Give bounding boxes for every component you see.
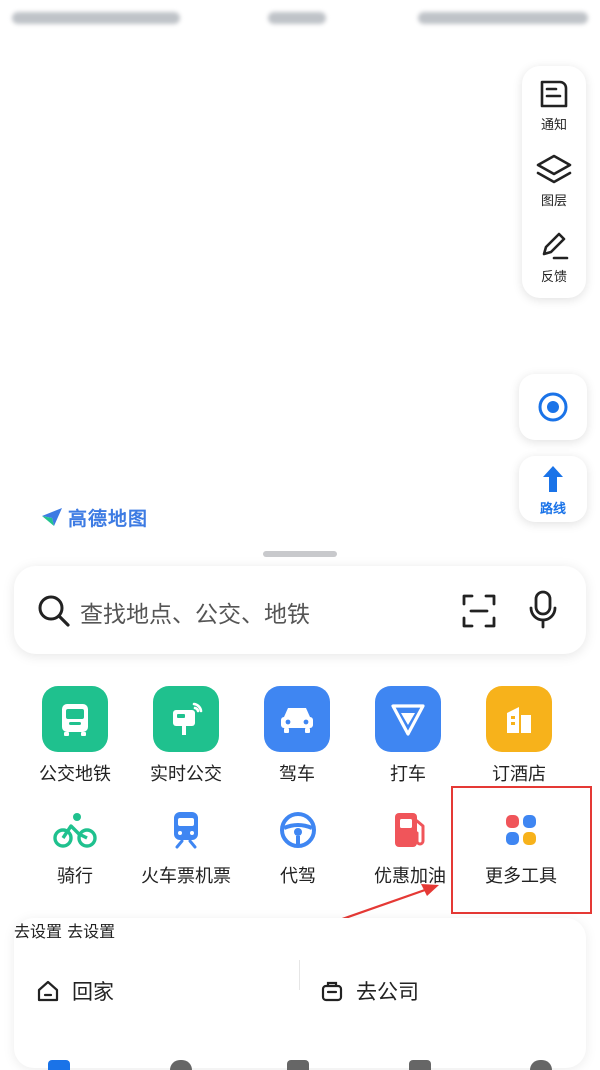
service-drive[interactable]: 驾车 (242, 686, 352, 786)
fuel-icon (395, 813, 425, 847)
notice-label: 通知 (540, 118, 567, 133)
company-label: 去公司 (356, 980, 419, 1004)
scan-icon[interactable] (461, 593, 497, 629)
layers-icon (536, 154, 572, 184)
map-area[interactable] (0, 36, 600, 546)
nav-message-icon[interactable] (287, 1060, 309, 1070)
home-set-link[interactable]: 去设置 (14, 922, 62, 941)
tool-label: 火车票机票 (141, 866, 231, 887)
home-icon (37, 980, 59, 1002)
route-arrow-icon (543, 466, 563, 492)
service-realtime-bus[interactable]: 实时公交 (131, 686, 241, 786)
nav-home-icon[interactable] (48, 1060, 70, 1070)
search-placeholder: 查找地点、公交、地铁 (80, 602, 310, 628)
feedback-icon (542, 232, 569, 260)
taxi-icon (375, 686, 441, 752)
status-right-blur (418, 12, 588, 24)
search-bar[interactable]: 查找地点、公交、地铁 (14, 566, 586, 654)
notice-icon (540, 80, 568, 108)
service-label: 打车 (390, 764, 426, 785)
train-icon (174, 812, 198, 849)
favorites-card: 回家 去设置 去公司 去设置 (14, 918, 586, 1068)
home-shortcut[interactable]: 回家 (36, 976, 114, 1006)
logo-text: 高德地图 (68, 507, 149, 530)
logo-arrow-icon (42, 508, 62, 526)
company-set-link[interactable]: 去设置 (67, 922, 115, 941)
status-left-blur (12, 12, 180, 24)
map-tool-panel: 通知 图层 反馈 (522, 66, 586, 298)
tool-train-flight[interactable]: 火车票机票 (126, 808, 246, 888)
feedback-label: 反馈 (540, 270, 567, 285)
amap-logo: 高德地图 (40, 504, 148, 530)
layers-label: 图层 (540, 194, 567, 209)
tool-designated-driver[interactable]: 代驾 (238, 808, 358, 888)
favorites-divider (299, 960, 300, 990)
car-icon (264, 686, 330, 752)
steering-wheel-icon (280, 812, 316, 848)
service-label: 订酒店 (492, 764, 546, 785)
route-label: 路线 (539, 502, 566, 517)
service-label: 实时公交 (150, 764, 222, 785)
tool-label: 骑行 (57, 866, 93, 887)
nav-profile-icon[interactable] (530, 1060, 552, 1070)
bike-icon (53, 813, 97, 848)
sheet-drag-handle[interactable] (263, 551, 337, 557)
service-taxi[interactable]: 打车 (353, 686, 463, 786)
search-icon (38, 595, 70, 627)
bottom-nav (0, 1050, 600, 1070)
tool-label: 代驾 (280, 866, 316, 887)
layers-button[interactable]: 图层 (522, 142, 586, 216)
nav-taxi-icon[interactable] (409, 1060, 431, 1070)
microphone-icon[interactable] (527, 590, 559, 630)
service-label: 公交地铁 (39, 764, 111, 785)
annotation-highlight-box (451, 786, 592, 914)
nav-nearby-icon[interactable] (170, 1060, 192, 1070)
notice-button[interactable]: 通知 (522, 66, 586, 140)
company-shortcut[interactable]: 去公司 (320, 976, 419, 1006)
briefcase-icon (321, 981, 343, 1002)
realtime-bus-icon (153, 686, 219, 752)
home-label: 回家 (72, 980, 114, 1004)
locate-button[interactable] (519, 374, 587, 440)
feedback-button[interactable]: 反馈 (522, 218, 586, 292)
hotel-icon (486, 686, 552, 752)
service-label: 驾车 (279, 764, 315, 785)
bus-icon (42, 686, 108, 752)
service-hotel[interactable]: 订酒店 (464, 686, 574, 786)
status-bar (0, 0, 600, 36)
status-time-blur (268, 12, 326, 24)
service-bus-subway[interactable]: 公交地铁 (20, 686, 130, 786)
route-button[interactable]: 路线 (519, 456, 587, 522)
locate-icon (538, 392, 568, 422)
tool-cycling[interactable]: 骑行 (15, 808, 135, 888)
